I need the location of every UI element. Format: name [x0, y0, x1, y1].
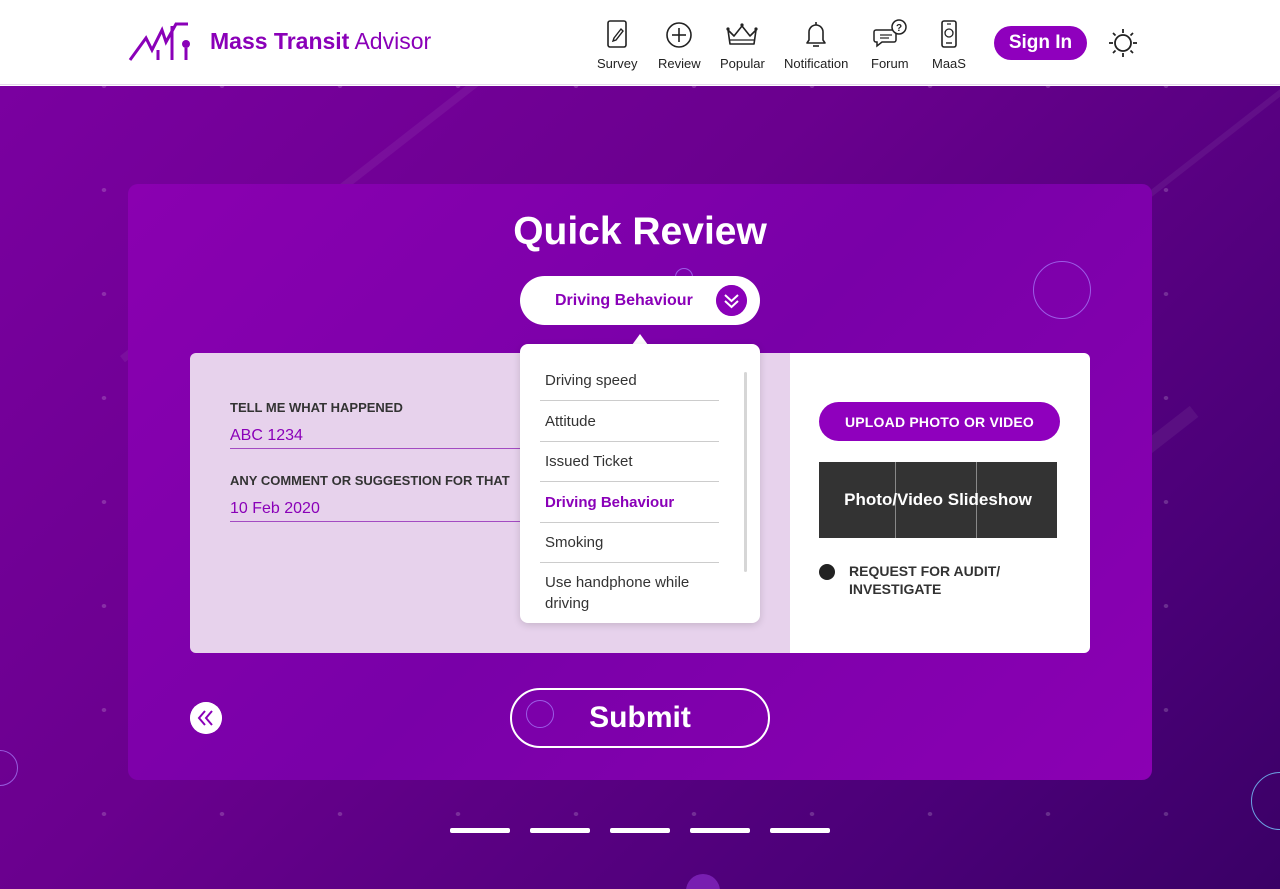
nav-survey[interactable]: Survey — [597, 18, 637, 71]
pager-dot-1[interactable] — [450, 828, 510, 833]
menu-option-issued-ticket[interactable]: Issued Ticket — [540, 451, 719, 482]
media-slideshow[interactable]: Photo/Video Slideshow — [819, 462, 1057, 538]
comment-input[interactable] — [230, 496, 530, 522]
decor-ring — [1033, 261, 1091, 319]
pager-dot-2[interactable] — [530, 828, 590, 833]
sun-icon[interactable] — [1108, 28, 1138, 58]
category-menu: Driving speed Attitude Issued Ticket Dri… — [520, 344, 760, 623]
back-button[interactable] — [190, 702, 222, 734]
upload-button[interactable]: UPLOAD PHOTO OR VIDEO — [819, 402, 1060, 441]
comment-label: ANY COMMENT OR SUGGESTION FOR THAT — [230, 473, 510, 488]
category-selected-value: Driving Behaviour — [555, 292, 693, 309]
what-happened-input[interactable] — [230, 423, 530, 449]
nav-review[interactable]: Review — [658, 18, 701, 71]
menu-scrollbar[interactable] — [744, 372, 747, 572]
phone-icon — [941, 20, 957, 48]
audit-label: REQUEST FOR AUDIT/ INVESTIGATE — [849, 563, 1001, 597]
crown-icon — [726, 23, 759, 45]
pager-dot-3[interactable] — [610, 828, 670, 833]
category-dropdown[interactable]: Driving Behaviour — [520, 276, 760, 325]
submit-label: Submit — [589, 701, 691, 734]
mass-transit-logo-icon[interactable] — [128, 20, 192, 64]
nav-notification-label: Notification — [784, 56, 849, 71]
decor-ring — [526, 700, 554, 728]
chat-question-icon: ? — [873, 19, 907, 48]
pager-dot-4[interactable] — [690, 828, 750, 833]
page-title: Quick Review — [513, 210, 767, 253]
top-header: Mass Transit Advisor Survey Review Popul… — [0, 0, 1280, 85]
slideshow-label: Photo/Video Slideshow — [844, 490, 1032, 509]
nav-review-label: Review — [658, 56, 701, 71]
nav-notification[interactable]: Notification — [784, 18, 848, 71]
svg-text:?: ? — [896, 23, 902, 34]
nav-forum-label: Forum — [871, 56, 909, 71]
menu-option-driving-behaviour[interactable]: Driving Behaviour — [540, 492, 719, 523]
menu-option-attitude[interactable]: Attitude — [540, 411, 719, 442]
plus-circle-icon — [666, 22, 693, 48]
nav-maas[interactable]: MaaS — [932, 18, 966, 71]
nav-maas-label: MaaS — [932, 56, 966, 71]
audit-radio[interactable] — [819, 564, 835, 580]
pager-dot-5[interactable] — [770, 828, 830, 833]
sign-in-button[interactable]: Sign In — [994, 26, 1087, 60]
nav-survey-label: Survey — [597, 56, 638, 71]
nav-forum[interactable]: ? Forum — [871, 18, 909, 71]
what-happened-label: TELL ME WHAT HAPPENED — [230, 400, 403, 415]
nav-popular[interactable]: Popular — [720, 18, 765, 71]
bell-icon — [806, 22, 826, 47]
brand-name[interactable]: Mass Transit Advisor — [210, 28, 431, 55]
survey-icon — [607, 20, 628, 48]
menu-option-driving-speed[interactable]: Driving speed — [540, 370, 719, 401]
menu-option-use-handphone[interactable]: Use handphone while driving — [540, 572, 719, 616]
menu-option-smoking[interactable]: Smoking — [540, 532, 719, 563]
nav-popular-label: Popular — [720, 56, 765, 71]
chevron-double-down-icon — [716, 285, 747, 316]
